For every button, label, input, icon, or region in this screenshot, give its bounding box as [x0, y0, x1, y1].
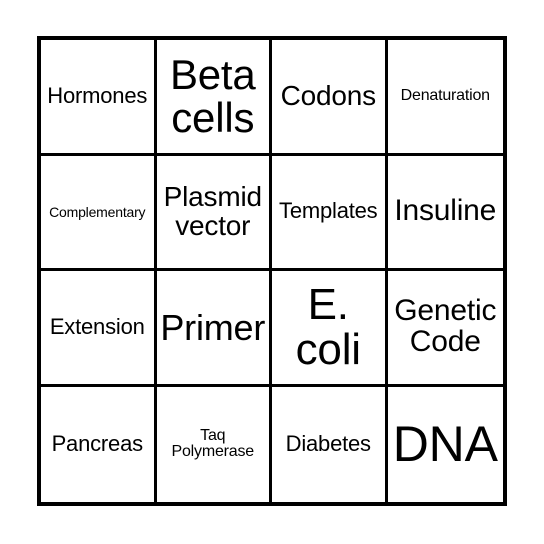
bingo-cell[interactable]: Insuline	[387, 155, 503, 271]
bingo-cell-label: DNA	[392, 415, 498, 472]
bingo-cell-label: Codons	[280, 79, 377, 111]
bingo-cell-label: E. coli	[295, 279, 361, 375]
bingo-cell[interactable]: Denaturation	[387, 40, 503, 156]
bingo-cell[interactable]: E. coli	[272, 271, 388, 387]
bingo-cell[interactable]: Taq Polymerase	[156, 386, 272, 502]
bingo-cell-label: Beta cells	[169, 51, 256, 142]
bingo-cell-label: Complementary	[49, 203, 146, 220]
bingo-cell[interactable]: Genetic Code	[387, 271, 503, 387]
bingo-cell-label: Extension	[49, 313, 145, 339]
bingo-cell-label: Insuline	[394, 194, 497, 228]
bingo-cell[interactable]: Complementary	[41, 155, 157, 271]
bingo-cell-label: Pancreas	[51, 430, 144, 456]
bingo-cell-label: Plasmid vector	[163, 180, 262, 241]
bingo-cell-label: Hormones	[47, 82, 148, 108]
bingo-cell[interactable]: Primer	[156, 271, 272, 387]
bingo-card: Hormones Beta cells Codons Denaturation Comp…	[37, 36, 507, 506]
bingo-cell[interactable]: Templates	[272, 155, 388, 271]
bingo-cell-label: Templates	[279, 198, 378, 224]
bingo-cell[interactable]: Pancreas	[41, 386, 157, 502]
bingo-cell[interactable]: Extension	[41, 271, 157, 387]
bingo-cell[interactable]: Beta cells	[156, 40, 272, 156]
bingo-cell[interactable]: Codons	[272, 40, 388, 156]
bingo-cell[interactable]: Plasmid vector	[156, 155, 272, 271]
bingo-cell[interactable]: Diabetes	[272, 386, 388, 502]
bingo-cell-label: Primer	[160, 306, 266, 348]
bingo-cell-label: Denaturation	[400, 87, 490, 105]
bingo-cell-label: Taq Polymerase	[171, 426, 255, 461]
bingo-cell-label: Genetic Code	[394, 294, 497, 359]
bingo-cell[interactable]: Hormones	[41, 40, 157, 156]
bingo-cell-label: Diabetes	[285, 430, 371, 456]
bingo-grid: Hormones Beta cells Codons Denaturation Comp…	[41, 40, 503, 502]
bingo-cell[interactable]: DNA	[387, 386, 503, 502]
